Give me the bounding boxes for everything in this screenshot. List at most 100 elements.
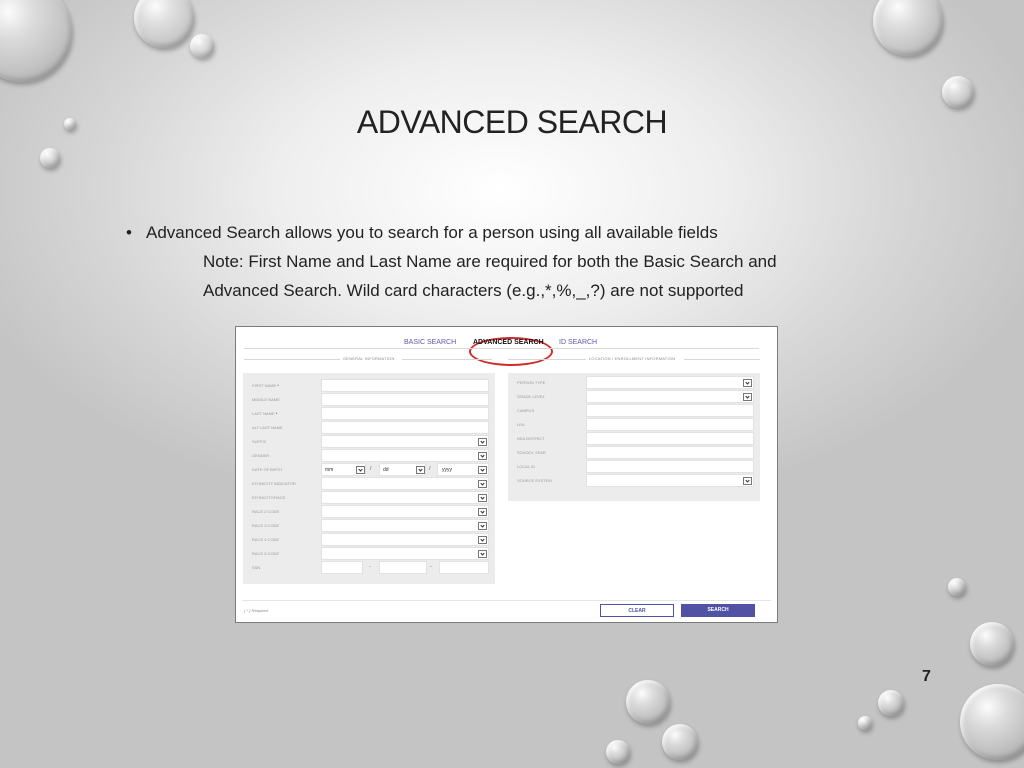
ssn-part-3-input[interactable] [439,561,489,574]
nea-district-input[interactable] [586,432,754,445]
form-row-suffix: SUFFIX [249,435,489,448]
chevron-down-icon[interactable] [478,522,487,530]
ethnicity-indicator-select[interactable] [321,477,489,490]
chevron-down-icon[interactable] [478,508,487,516]
tab-advanced-search[interactable]: ADVANCED SEARCH [473,339,544,346]
water-drop [606,740,630,764]
slide-title: ADVANCED SEARCH [356,104,668,140]
field-label: SSN [252,565,261,570]
field-label: GRADE LEVEL [517,394,545,399]
dob-month-placeholder: mm [325,467,334,473]
field-label: ETHNICITY INDICATOR [252,481,296,486]
dob-day-select[interactable]: dd [379,463,426,476]
note-line-2: Advanced Search. Wild card characters (e… [203,281,744,300]
field-label: ALT LAST NAME [252,425,283,430]
race-5-code-select[interactable] [321,547,489,560]
field-label: RACE 3 CODE [252,523,280,528]
chevron-down-icon[interactable] [743,379,752,387]
form-row-race-3-code: RACE 3 CODE [249,519,489,532]
chevron-down-icon[interactable] [478,536,487,544]
dob-year-select[interactable]: yyyy [437,463,489,476]
bullet-text: Advanced Search allows you to search for… [146,223,718,242]
field-label: NEA DISTRICT [517,436,545,441]
chevron-down-icon[interactable] [478,466,487,474]
form-row-date-of-birth: DATE OF BIRTH mm / dd / yyyy [249,463,489,476]
chevron-down-icon[interactable] [743,393,752,401]
section-label-general: GENERAL INFORMATION [343,356,395,361]
ssn-part-1-input[interactable] [321,561,363,574]
field-label: MIDDLE NAME [252,397,280,402]
water-drop [190,34,214,58]
person-type-select[interactable] [586,376,754,389]
field-label: LAST NAME * [252,411,278,416]
chevron-down-icon[interactable] [478,452,487,460]
chevron-down-icon[interactable] [478,438,487,446]
race-4-code-select[interactable] [321,533,489,546]
water-drop [662,724,698,760]
ethnicity-race-select[interactable] [321,491,489,504]
dob-month-select[interactable]: mm [321,463,366,476]
water-drop [40,148,60,168]
field-label: PERSON TYPE [517,380,546,385]
form-row-nea-district: NEA DISTRICT [514,432,754,445]
race-2-code-select[interactable] [321,505,489,518]
water-drop [873,0,943,56]
field-label: LEA [517,422,525,427]
alt-last-name-input[interactable] [321,421,489,434]
water-drop [948,578,966,596]
section-rule [244,359,340,360]
field-label: DATE OF BIRTH [252,467,283,472]
form-row-alt-last-name: ALT LAST NAME [249,421,489,434]
local-id-input[interactable] [586,460,754,473]
water-drop [626,680,670,724]
chevron-down-icon[interactable] [416,466,425,474]
ssn-part-2-input[interactable] [379,561,427,574]
note-line-1: Note: First Name and Last Name are requi… [203,252,777,271]
clear-button[interactable]: CLEAR [600,604,674,617]
gender-select[interactable] [321,449,489,462]
field-label: SUFFIX [252,439,267,444]
field-label: FIRST NAME * [252,383,279,388]
middle-name-input[interactable] [321,393,489,406]
dob-year-placeholder: yyyy [442,467,452,473]
section-rule [684,359,760,360]
field-label: ETHNICITY/RACE [252,495,286,500]
water-drop [0,0,72,82]
lea-input[interactable] [586,418,754,431]
tab-id-search[interactable]: ID SEARCH [559,339,597,346]
search-tabs: BASIC SEARCH ADVANCED SEARCH ID SEARCH [236,336,777,366]
field-label: GENDER [252,453,270,458]
water-drop [878,690,904,716]
tab-basic-search[interactable]: BASIC SEARCH [404,339,456,346]
form-row-gender: GENDER [249,449,489,462]
form-row-race-2-code: RACE 2 CODE [249,505,489,518]
race-3-code-select[interactable] [321,519,489,532]
form-row-campus: CAMPUS [514,404,754,417]
required-marker: * [276,383,279,388]
first-name-input[interactable] [321,379,489,392]
chevron-down-icon[interactable] [356,466,365,474]
chevron-down-icon[interactable] [478,480,487,488]
chevron-down-icon[interactable] [478,550,487,558]
section-rule [402,359,492,360]
field-label: SOURCE SYSTEM [517,478,552,483]
last-name-input[interactable] [321,407,489,420]
field-label: RACE 5 CODE [252,551,280,556]
form-row-school-year: SCHOOL YEAR [514,446,754,459]
chevron-down-icon[interactable] [478,494,487,502]
form-row-lea: LEA [514,418,754,431]
suffix-select[interactable] [321,435,489,448]
form-row-grade-level: GRADE LEVEL [514,390,754,403]
tabs-divider [244,348,759,349]
school-year-input[interactable] [586,446,754,459]
date-separator: / [429,466,431,472]
bullet-list: • Advanced Search allows you to search f… [126,218,886,305]
field-label: RACE 2 CODE [252,509,280,514]
source-system-select[interactable] [586,474,754,487]
search-button[interactable]: SEARCH [681,604,755,617]
form-row-ethnicity-indicator: ETHNICITY INDICATOR [249,477,489,490]
chevron-down-icon[interactable] [743,477,752,485]
required-marker: * [274,411,278,416]
grade-level-select[interactable] [586,390,754,403]
campus-input[interactable] [586,404,754,417]
